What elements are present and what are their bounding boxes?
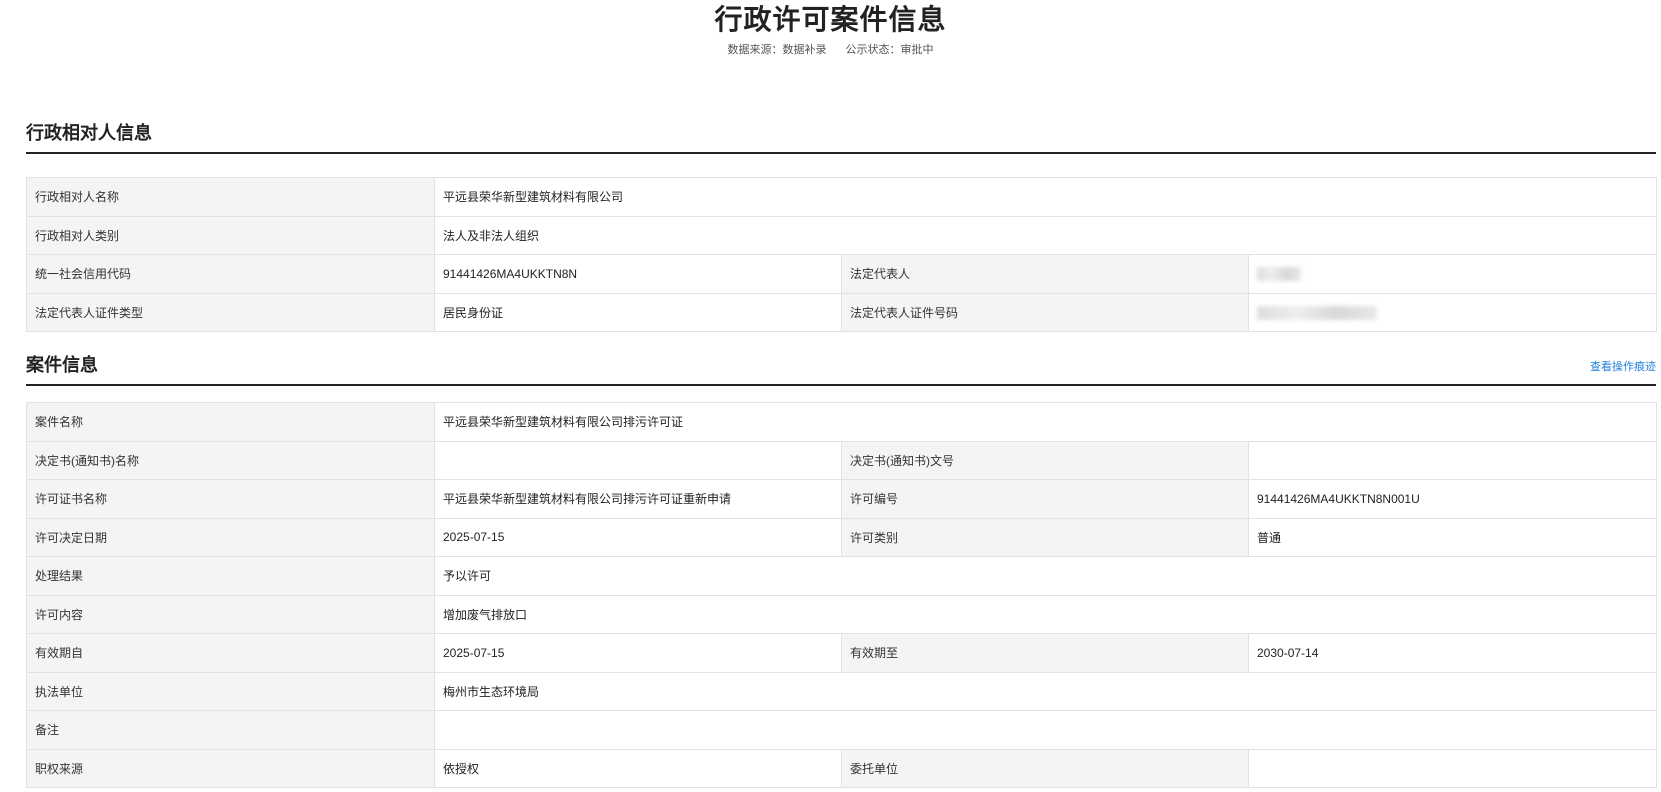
id-number-label: 法定代表人证件号码: [841, 292, 1249, 332]
party-name-value: 平远县荣华新型建筑材料有限公司: [434, 177, 1657, 217]
cert-name-label: 许可证书名称: [26, 479, 435, 519]
party-name-label: 行政相对人名称: [26, 177, 435, 217]
case-name-label: 案件名称: [26, 402, 435, 442]
case-section-header: 案件信息 查看操作痕迹: [26, 355, 1656, 386]
table-row: 职权来源 依授权 委托单位: [26, 748, 1657, 788]
cert-name-value: 平远县荣华新型建筑材料有限公司排污许可证重新申请: [434, 479, 842, 519]
table-row: 许可决定日期 2025-07-15 许可类别 普通: [26, 517, 1657, 557]
table-row: 法定代表人证件类型 居民身份证 法定代表人证件号码: [26, 292, 1657, 332]
decision-date-label: 许可决定日期: [26, 517, 435, 557]
credit-code-value: 91441426MA4UKKTN8N: [434, 254, 842, 294]
table-row: 决定书(通知书)名称 决定书(通知书)文号: [26, 440, 1657, 480]
redacted-mask: [1257, 267, 1301, 282]
publish-status: 公示状态：审批中: [845, 44, 934, 56]
decision-name-value: [434, 440, 842, 480]
party-section-header: 行政相对人信息: [26, 123, 1656, 154]
permit-no-label: 许可编号: [841, 479, 1249, 519]
result-label: 处理结果: [26, 556, 435, 596]
page-title: 行政许可案件信息: [714, 4, 947, 35]
id-type-value: 居民身份证: [434, 292, 842, 332]
agency-value: 梅州市生态环境局: [434, 671, 1657, 711]
remark-label: 备注: [26, 710, 435, 750]
party-category-label: 行政相对人类别: [26, 215, 435, 255]
view-operation-trace-link[interactable]: 查看操作痕迹: [1590, 358, 1656, 374]
credit-code-label: 统一社会信用代码: [26, 254, 435, 294]
table-row: 行政相对人类别 法人及非法人组织: [26, 215, 1657, 255]
table-row: 有效期自 2025-07-15 有效期至 2030-07-14: [26, 633, 1657, 673]
table-row: 行政相对人名称 平远县荣华新型建筑材料有限公司: [26, 177, 1657, 217]
table-row: 许可证书名称 平远县荣华新型建筑材料有限公司排污许可证重新申请 许可编号 914…: [26, 479, 1657, 519]
table-row: 执法单位 梅州市生态环境局: [26, 671, 1657, 711]
table-row: 许可内容 增加废气排放口: [26, 594, 1657, 634]
result-value: 予以许可: [434, 556, 1657, 596]
legal-rep-label: 法定代表人: [841, 254, 1249, 294]
permit-type-label: 许可类别: [841, 517, 1249, 557]
table-row: 案件名称 平远县荣华新型建筑材料有限公司排污许可证: [26, 402, 1657, 442]
entrusted-label: 委托单位: [841, 748, 1249, 788]
valid-to-label: 有效期至: [841, 633, 1249, 673]
party-section-title: 行政相对人信息: [26, 123, 152, 143]
party-category-value: 法人及非法人组织: [434, 215, 1657, 255]
case-info-table: 案件名称 平远县荣华新型建筑材料有限公司排污许可证 决定书(通知书)名称 决定书…: [26, 402, 1657, 788]
content-value: 增加废气排放口: [434, 594, 1657, 634]
table-row: 处理结果 予以许可: [26, 556, 1657, 596]
redacted-mask: [1257, 305, 1377, 320]
id-number-value: [1248, 292, 1657, 332]
valid-from-label: 有效期自: [26, 633, 435, 673]
decision-no-value: [1248, 440, 1657, 480]
decision-name-label: 决定书(通知书)名称: [26, 440, 435, 480]
decision-no-label: 决定书(通知书)文号: [841, 440, 1249, 480]
permit-type-value: 普通: [1248, 517, 1657, 557]
entrusted-value: [1248, 748, 1657, 788]
case-name-value: 平远县荣华新型建筑材料有限公司排污许可证: [434, 402, 1657, 442]
table-row: 统一社会信用代码 91441426MA4UKKTN8N 法定代表人: [26, 254, 1657, 294]
valid-to-value: 2030-07-14: [1248, 633, 1657, 673]
id-type-label: 法定代表人证件类型: [26, 292, 435, 332]
party-info-table: 行政相对人名称 平远县荣华新型建筑材料有限公司 行政相对人类别 法人及非法人组织…: [26, 177, 1657, 332]
decision-date-value: 2025-07-15: [434, 517, 842, 557]
page-meta: 数据来源：数据补录 公示状态：审批中: [0, 43, 1661, 57]
authority-value: 依授权: [434, 748, 842, 788]
agency-label: 执法单位: [26, 671, 435, 711]
content-label: 许可内容: [26, 594, 435, 634]
case-section-title: 案件信息: [26, 355, 98, 375]
valid-from-value: 2025-07-15: [434, 633, 842, 673]
remark-value: [434, 710, 1657, 750]
authority-label: 职权来源: [26, 748, 435, 788]
permit-no-value: 91441426MA4UKKTN8N001U: [1248, 479, 1657, 519]
legal-rep-value: [1248, 254, 1657, 294]
data-source: 数据来源：数据补录: [727, 44, 827, 56]
table-row: 备注: [26, 710, 1657, 750]
